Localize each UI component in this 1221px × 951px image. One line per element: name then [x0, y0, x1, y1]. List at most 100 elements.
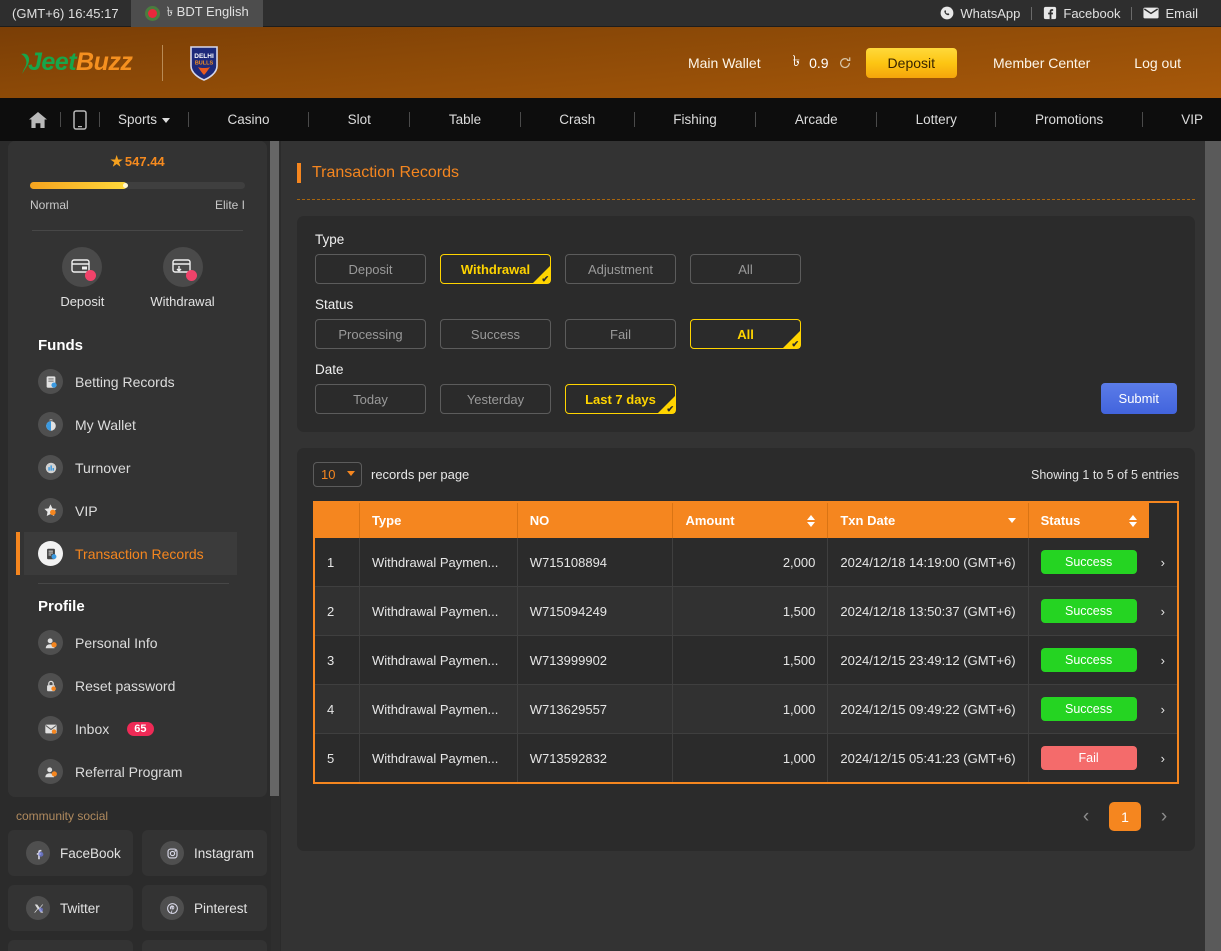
pinterest-icon — [160, 896, 184, 920]
cell-amount: 1,000 — [672, 733, 829, 783]
pagination-page-1[interactable]: 1 — [1109, 802, 1141, 831]
cell-no: W715108894 — [517, 538, 674, 587]
pagination-next-icon[interactable]: › — [1153, 804, 1175, 830]
cell-date: 2024/12/18 13:50:37 (GMT+6) — [827, 586, 1029, 636]
pagination-prev-icon[interactable]: ‹ — [1075, 804, 1097, 830]
logo-mark-icon — [18, 52, 31, 74]
social-link-telegram[interactable]: Telegram — [142, 940, 267, 951]
table-row[interactable]: 1 Withdrawal Paymen... W715108894 2,000 … — [314, 538, 1178, 587]
cell-date: 2024/12/15 05:41:23 (GMT+6) — [827, 733, 1029, 783]
sidebar-item-turnover[interactable]: Turnover — [24, 446, 237, 489]
col-amount[interactable]: Amount — [672, 502, 829, 538]
social-link-twitter[interactable]: Twitter — [8, 885, 133, 931]
nav-item-fishing[interactable]: Fishing — [655, 112, 735, 127]
whatsapp-link[interactable]: WhatsApp — [929, 6, 1031, 21]
status-option-success[interactable]: Success — [440, 319, 551, 349]
vip-star-icon — [38, 498, 63, 523]
language-selector[interactable]: ৳ BDT English — [130, 0, 263, 27]
sidebar-deposit-button[interactable]: Deposit — [60, 247, 104, 309]
col-status[interactable]: Status — [1028, 502, 1149, 538]
col-txn-date[interactable]: Txn Date — [827, 502, 1029, 538]
status-filter-label: Status — [315, 297, 354, 312]
table-row[interactable]: 2 Withdrawal Paymen... W715094249 1,500 … — [314, 586, 1178, 636]
entries-summary: Showing 1 to 5 of 5 entries — [1030, 467, 1179, 482]
cell-type: Withdrawal Paymen... — [359, 733, 518, 783]
lock-icon — [38, 673, 63, 698]
nav-item-casino[interactable]: Casino — [210, 112, 288, 127]
date-option-today[interactable]: Today — [315, 384, 426, 414]
col-type[interactable]: Type — [359, 502, 518, 538]
type-option-adjustment[interactable]: Adjustment — [565, 254, 676, 284]
sidebar-item-personal-info[interactable]: Personal Info — [24, 621, 237, 664]
profile-heading: Profile — [38, 598, 85, 615]
check-icon: ✔ — [791, 339, 799, 349]
page-scrollbar-track[interactable] — [1205, 141, 1221, 951]
nav-item-crash[interactable]: Crash — [541, 112, 613, 127]
sidebar-scrollbar-thumb[interactable] — [270, 141, 279, 796]
row-detail-chevron-icon[interactable]: › — [1148, 538, 1178, 587]
row-detail-chevron-icon[interactable]: › — [1148, 586, 1178, 636]
status-badge: Fail — [1040, 746, 1137, 770]
nav-item-lottery[interactable]: Lottery — [898, 112, 975, 127]
sidebar-item-betting-records[interactable]: Betting Records — [24, 360, 237, 403]
type-option-withdrawal[interactable]: Withdrawal ✔ — [440, 254, 551, 284]
nav-item-vip[interactable]: VIP — [1163, 112, 1221, 127]
status-option-fail[interactable]: Fail — [565, 319, 676, 349]
sidebar-item-reset-password[interactable]: Reset password — [24, 664, 237, 707]
deposit-button[interactable]: Deposit — [865, 47, 958, 78]
row-detail-chevron-icon[interactable]: › — [1148, 733, 1178, 783]
table-row[interactable]: 3 Withdrawal Paymen... W713999902 1,500 … — [314, 635, 1178, 685]
sidebar-item-my-wallet[interactable]: My Wallet — [24, 403, 237, 446]
sidebar-item-referral-program[interactable]: Referral Program — [24, 750, 237, 793]
col-label: Amount — [685, 513, 735, 528]
home-icon[interactable] — [16, 111, 60, 129]
social-link-facebook[interactable]: FaceBook — [8, 830, 133, 876]
results-panel: 10 20 50 100 records per page Showing 1 … — [297, 448, 1195, 851]
type-option-all[interactable]: All — [690, 254, 801, 284]
sponsor-badge-icon: DELHI BULLS — [189, 45, 219, 81]
social-link-instagram[interactable]: Instagram — [142, 830, 267, 876]
col-label: Txn Date — [840, 513, 896, 528]
cell-index: 2 — [314, 586, 360, 636]
sidebar-withdrawal-button[interactable]: Withdrawal — [150, 247, 215, 309]
check-icon: ✔ — [541, 274, 549, 284]
facebook-link[interactable]: Facebook — [1032, 6, 1131, 21]
vip-card: ★ 547.44 Normal Elite I Deposit Withdraw… — [8, 141, 267, 797]
nav-item-slot[interactable]: Slot — [330, 112, 389, 127]
mobile-app-icon[interactable] — [61, 109, 99, 130]
cell-amount: 1,500 — [672, 635, 829, 685]
nav-item-table[interactable]: Table — [431, 112, 499, 127]
date-option-last-7-days[interactable]: Last 7 days ✔ — [565, 384, 676, 414]
nav-item-arcade[interactable]: Arcade — [777, 112, 856, 127]
records-per-page-select[interactable]: 10 20 50 100 — [313, 462, 362, 487]
type-option-deposit[interactable]: Deposit — [315, 254, 426, 284]
table-row[interactable]: 5 Withdrawal Paymen... W713592832 1,000 … — [314, 733, 1178, 783]
sidebar-item-vip[interactable]: VIP — [24, 489, 237, 532]
cell-no: W715094249 — [517, 586, 674, 636]
date-option-yesterday[interactable]: Yesterday — [440, 384, 551, 414]
sidebar-scrollbar-track[interactable] — [270, 141, 280, 951]
nav-item-promotions[interactable]: Promotions — [1017, 112, 1121, 127]
main-wallet-link[interactable]: Main Wallet — [666, 55, 783, 71]
sidebar-item-inbox[interactable]: Inbox 65 — [24, 707, 237, 750]
social-link-youtube[interactable]: Youtube — [8, 940, 133, 951]
status-option-all[interactable]: All ✔ — [690, 319, 801, 349]
records-per-page-wrapper: 10 20 50 100 — [313, 462, 362, 487]
sidebar-item-label: Referral Program — [75, 763, 183, 780]
col-no[interactable]: NO — [517, 502, 674, 538]
brand-logo[interactable]: Jeet Buzz DELHI BULLS — [18, 44, 219, 81]
nav-item-sports[interactable]: Sports — [100, 112, 188, 127]
divider — [995, 112, 997, 127]
logout-link[interactable]: Log out — [1112, 55, 1203, 71]
email-link[interactable]: Email — [1132, 6, 1209, 21]
social-link-pinterest[interactable]: Pinterest — [142, 885, 267, 931]
submit-button[interactable]: Submit — [1100, 383, 1177, 414]
row-detail-chevron-icon[interactable]: › — [1148, 684, 1178, 734]
row-detail-chevron-icon[interactable]: › — [1148, 635, 1178, 685]
status-option-processing[interactable]: Processing — [315, 319, 426, 349]
sidebar-item-transaction-records[interactable]: Transaction Records — [16, 532, 237, 575]
sort-icon — [807, 514, 816, 527]
refresh-icon[interactable] — [838, 56, 852, 70]
table-row[interactable]: 4 Withdrawal Paymen... W713629557 1,000 … — [314, 684, 1178, 734]
member-center-link[interactable]: Member Center — [971, 55, 1112, 71]
